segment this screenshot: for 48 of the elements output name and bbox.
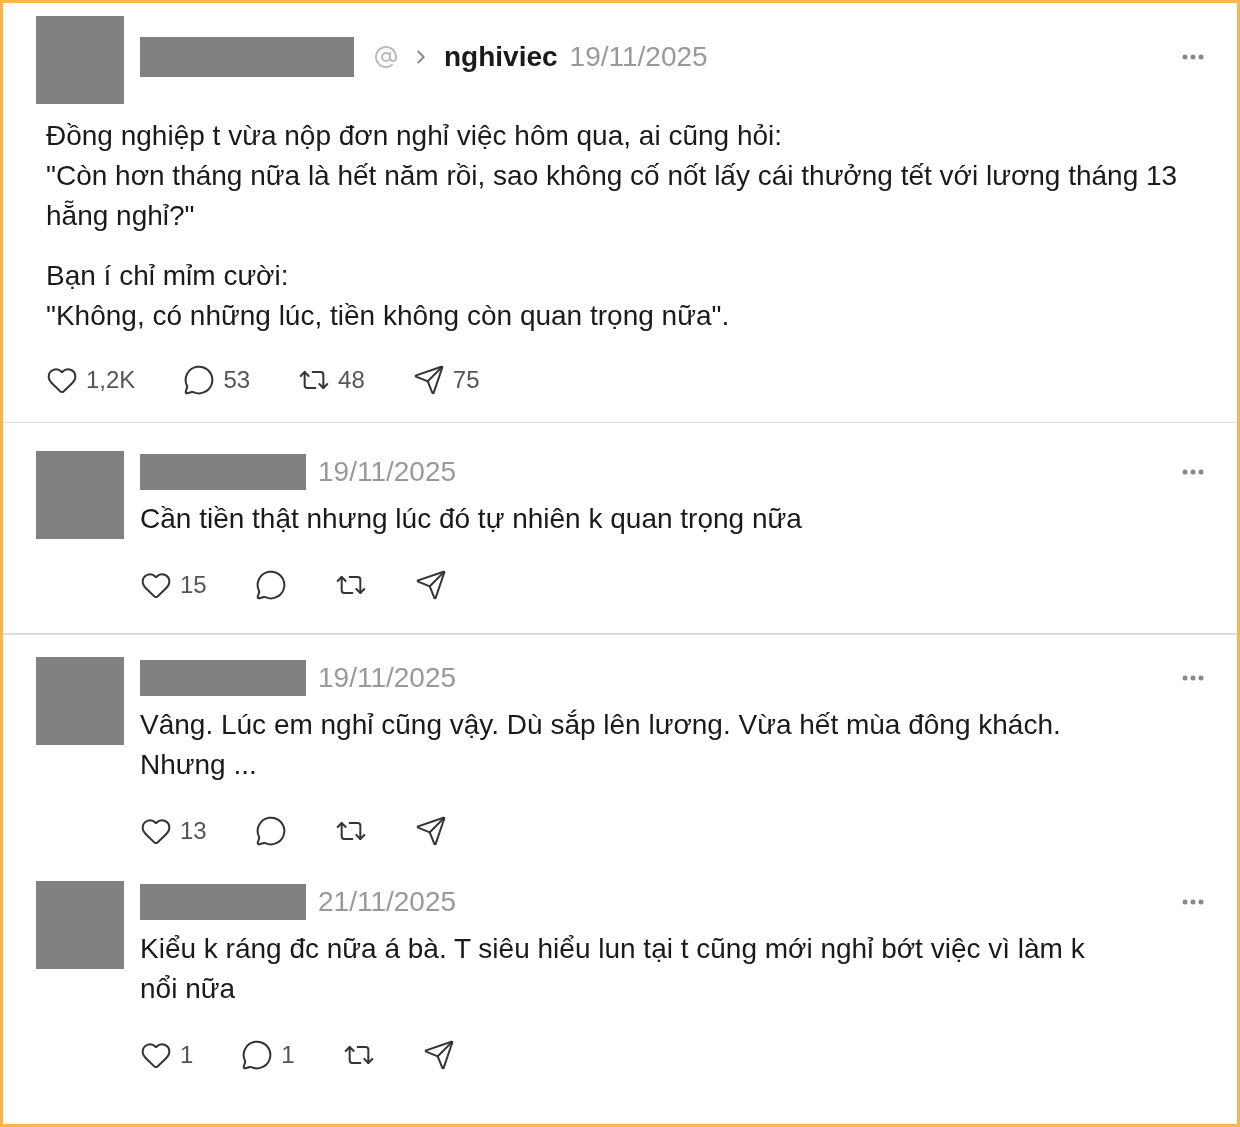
reply-date: 19/11/2025	[318, 661, 457, 695]
more-button[interactable]	[1182, 899, 1204, 905]
like-button[interactable]: 13	[140, 813, 207, 849]
more-icon	[1182, 675, 1204, 681]
comment-icon	[183, 364, 216, 396]
count: 1	[281, 1040, 295, 1070]
post-paragraph: Bạn í chỉ mỉm cười: "Không, có những lúc, tiền không còn quan trọng nữa".	[46, 259, 731, 333]
more-icon	[1182, 469, 1204, 475]
post-date: 19/11/2025	[569, 40, 708, 74]
send-icon	[422, 1039, 455, 1071]
count: 1	[180, 1040, 194, 1070]
count: 75	[452, 365, 480, 395]
more-button[interactable]	[1182, 54, 1204, 60]
send-icon	[414, 815, 447, 847]
share-button[interactable]	[414, 815, 447, 847]
reply-button[interactable]: 53	[183, 362, 251, 398]
more-icon	[1182, 54, 1204, 60]
reply-button[interactable]	[254, 569, 287, 601]
comment-icon	[254, 815, 287, 847]
repost-button[interactable]: 48	[298, 362, 365, 398]
count: 48	[338, 365, 365, 395]
send-icon	[412, 364, 445, 396]
share-button[interactable]	[422, 1039, 455, 1071]
more-icon	[1182, 899, 1204, 905]
count: 13	[180, 816, 207, 846]
count: 53	[223, 365, 251, 395]
more-button[interactable]	[1182, 469, 1204, 475]
send-icon	[414, 569, 447, 601]
share-button[interactable]: 75	[412, 362, 480, 398]
reply-button[interactable]: 1	[241, 1037, 295, 1073]
count: 15	[180, 570, 207, 600]
reply-text: Kiểu k ráng đc nữa á bà. T siêu hiểu lun tại t cũng mới nghỉ bớt việc vì làm k nổi nữa	[140, 932, 1086, 1006]
reply-date: 21/11/2025	[318, 885, 457, 919]
count: 1,2K	[86, 365, 136, 395]
reply-button[interactable]	[254, 815, 287, 847]
reply-text: Vâng. Lúc em nghỉ cũng vậy. Dù sắp lên lương. Vừa hết mùa đông khách. Nhưng ...	[140, 708, 1062, 782]
community-name[interactable]: nghiviec	[444, 36, 558, 78]
reply-text: Cần tiền thật nhưng lúc đó tự nhiên k quan trọng nữa	[140, 502, 803, 536]
more-button[interactable]	[1182, 675, 1204, 681]
like-button[interactable]: 1,2K	[46, 362, 136, 398]
post-paragraph: Đồng nghiệp t vừa nộp đơn nghỉ việc hôm qua, ai cũng hỏi: "Còn hơn tháng nữa là hết năm rồi, sao không cố nốt lấy cái thưởng tết với lương tháng 13 hẵng nghỉ?"	[46, 119, 1179, 233]
share-button[interactable]	[414, 569, 447, 601]
reply-date: 19/11/2025	[318, 455, 457, 489]
comment-icon	[241, 1039, 274, 1071]
like-button[interactable]: 1	[140, 1037, 194, 1073]
at-icon	[374, 45, 398, 69]
like-button[interactable]: 15	[140, 567, 207, 603]
comment-icon	[254, 569, 287, 601]
